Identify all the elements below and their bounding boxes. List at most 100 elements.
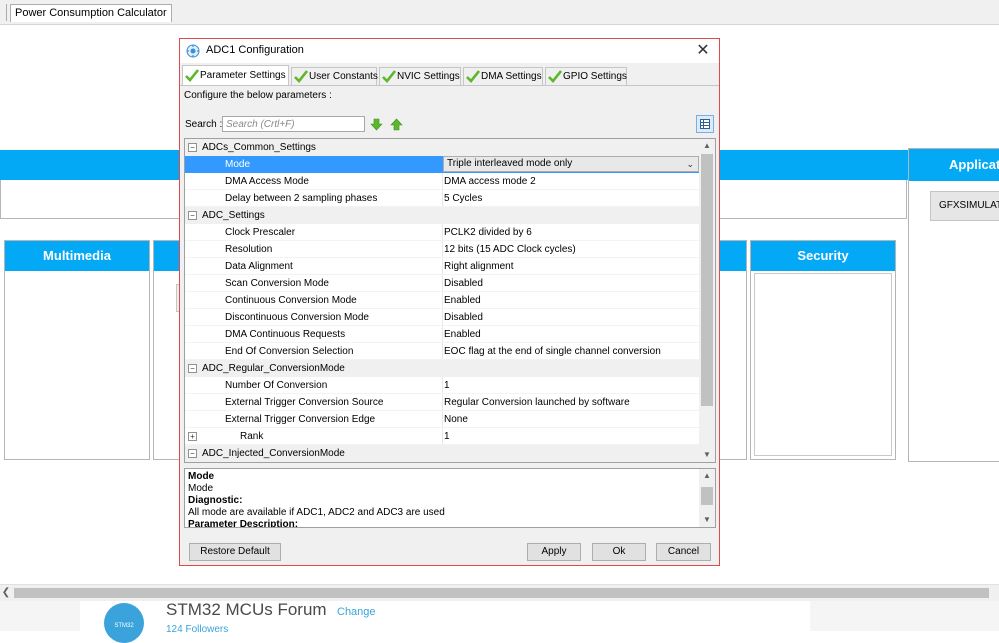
param-name: Delay between 2 sampling phases bbox=[225, 193, 378, 204]
scroll-up-icon[interactable]: ▲ bbox=[699, 139, 715, 153]
param-name: Rank bbox=[240, 431, 264, 442]
search-next-down-icon[interactable] bbox=[370, 118, 383, 131]
tab-label: NVIC Settings bbox=[397, 71, 460, 82]
tab-dma-settings[interactable]: DMA Settings bbox=[463, 67, 543, 85]
forum-change-link[interactable]: Change bbox=[337, 606, 376, 618]
param-row-external-trigger-edge[interactable]: External Trigger Conversion Edge None bbox=[185, 411, 699, 428]
column-divider bbox=[442, 275, 443, 292]
group-row-adc-injected-conversionmode[interactable]: − ADC_Injected_ConversionMode bbox=[185, 445, 699, 462]
mode-select-value: Triple interleaved mode only bbox=[447, 158, 573, 169]
tab-gpio-settings[interactable]: GPIO Settings bbox=[545, 67, 627, 85]
scroll-down-icon[interactable]: ▼ bbox=[699, 448, 715, 462]
param-value: 5 Cycles bbox=[444, 193, 483, 204]
column-divider bbox=[442, 411, 443, 428]
param-name: Clock Prescaler bbox=[225, 227, 296, 238]
column-divider bbox=[442, 309, 443, 326]
dialog-titlebar[interactable]: ADC1 Configuration ✕ bbox=[180, 39, 719, 63]
param-value: Enabled bbox=[444, 295, 481, 306]
horizontal-scrollbar[interactable]: ❮ bbox=[0, 584, 999, 601]
cube-app-icon bbox=[186, 44, 200, 58]
expand-icon[interactable]: + bbox=[188, 432, 197, 441]
param-row-scan-conversion-mode[interactable]: Scan Conversion Mode Disabled bbox=[185, 275, 699, 292]
param-value: Disabled bbox=[444, 312, 483, 323]
param-row-end-of-conversion-selection[interactable]: End Of Conversion Selection EOC flag at … bbox=[185, 343, 699, 360]
param-value: None bbox=[444, 414, 468, 425]
param-row-dma-access-mode[interactable]: DMA Access Mode DMA access mode 2 bbox=[185, 173, 699, 190]
param-row-number-of-conversion[interactable]: Number Of Conversion 1 bbox=[185, 377, 699, 394]
apply-button[interactable]: Apply bbox=[527, 543, 581, 561]
check-icon bbox=[382, 70, 396, 83]
description-parameter-title: Parameter Description: bbox=[188, 519, 299, 528]
scroll-down-icon[interactable]: ▼ bbox=[699, 513, 715, 527]
chevron-down-icon[interactable]: ⌄ bbox=[686, 157, 694, 171]
param-row-data-alignment[interactable]: Data Alignment Right alignment bbox=[185, 258, 699, 275]
description-diagnostic-text: All mode are available if ADC1, ADC2 and… bbox=[188, 507, 445, 518]
group-row-adc-regular-conversionmode[interactable]: − ADC_Regular_ConversionMode bbox=[185, 360, 699, 377]
param-value: PCLK2 divided by 6 bbox=[444, 227, 532, 238]
tab-user-constants[interactable]: User Constants bbox=[291, 67, 378, 85]
collapse-icon[interactable]: − bbox=[188, 364, 197, 373]
group-name: ADC_Settings bbox=[202, 210, 265, 221]
param-value: DMA access mode 2 bbox=[444, 176, 536, 187]
description-param-title: Mode bbox=[188, 471, 215, 482]
category-multimedia-title[interactable]: Multimedia bbox=[5, 241, 149, 271]
app-tab-stub[interactable] bbox=[0, 4, 7, 21]
tab-label: DMA Settings bbox=[481, 71, 542, 82]
forum-followers-link[interactable]: 124 Followers bbox=[166, 624, 228, 635]
column-divider bbox=[442, 394, 443, 411]
param-name: Mode bbox=[225, 159, 251, 170]
tab-parameter-settings[interactable]: Parameter Settings bbox=[182, 65, 289, 85]
param-name: Continuous Conversion Mode bbox=[225, 295, 357, 306]
parameters-vertical-scrollbar[interactable]: ▲ ▼ bbox=[699, 139, 715, 462]
check-icon bbox=[466, 70, 480, 83]
column-divider bbox=[442, 343, 443, 360]
tab-power-consumption-calculator[interactable]: Power Consumption Calculator bbox=[10, 4, 172, 22]
param-row-rank[interactable]: + Rank 1 bbox=[185, 428, 699, 445]
param-row-resolution[interactable]: Resolution 12 bits (15 ADC Clock cycles) bbox=[185, 241, 699, 258]
mode-select[interactable]: Triple interleaved mode only ⌄ bbox=[443, 156, 699, 172]
configure-label: Configure the below parameters : bbox=[184, 90, 332, 101]
description-vertical-scrollbar[interactable]: ▲ ▼ bbox=[699, 469, 715, 527]
search-input[interactable] bbox=[222, 116, 365, 132]
group-name: ADCs_Common_Settings bbox=[202, 142, 316, 153]
param-name: End Of Conversion Selection bbox=[225, 346, 354, 357]
param-value: 1 bbox=[444, 380, 450, 391]
param-name: Number Of Conversion bbox=[225, 380, 328, 391]
scroll-up-icon[interactable]: ▲ bbox=[699, 469, 715, 483]
collapse-icon[interactable]: − bbox=[188, 449, 197, 458]
scroll-left-icon[interactable]: ❮ bbox=[0, 585, 12, 601]
param-row-mode[interactable]: Mode Triple interleaved mode only ⌄ bbox=[185, 156, 699, 173]
category-security-content bbox=[754, 273, 892, 456]
search-label: Search : bbox=[185, 119, 223, 130]
param-row-continuous-conversion-mode[interactable]: Continuous Conversion Mode Enabled bbox=[185, 292, 699, 309]
parameters-scroll-thumb[interactable] bbox=[701, 154, 713, 406]
ok-button[interactable]: Ok bbox=[592, 543, 646, 561]
param-name: Data Alignment bbox=[225, 261, 293, 272]
column-divider bbox=[442, 173, 443, 190]
description-scroll-thumb[interactable] bbox=[701, 487, 713, 505]
group-row-adcs-common-settings[interactable]: − ADCs_Common_Settings bbox=[185, 139, 699, 156]
param-row-external-trigger-source[interactable]: External Trigger Conversion Source Regul… bbox=[185, 394, 699, 411]
collapse-icon[interactable]: − bbox=[188, 211, 197, 220]
gfxsimulator-button[interactable]: GFXSIMULATO bbox=[930, 191, 999, 221]
description-param-text: Mode bbox=[188, 483, 214, 494]
stm32-logo-text: STM32 bbox=[114, 623, 134, 629]
collapse-icon[interactable]: − bbox=[188, 143, 197, 152]
param-row-clock-prescaler[interactable]: Clock Prescaler PCLK2 divided by 6 bbox=[185, 224, 699, 241]
group-row-adc-settings[interactable]: − ADC_Settings bbox=[185, 207, 699, 224]
param-row-sampling-delay[interactable]: Delay between 2 sampling phases 5 Cycles bbox=[185, 190, 699, 207]
table-view-toggle[interactable] bbox=[696, 115, 714, 133]
close-icon[interactable]: ✕ bbox=[689, 39, 717, 63]
search-previous-up-icon[interactable] bbox=[390, 118, 403, 131]
description-pane: Mode Mode Diagnostic: All mode are avail… bbox=[184, 468, 716, 528]
group-name: ADC_Injected_ConversionMode bbox=[202, 448, 345, 459]
param-row-discontinuous-conversion-mode[interactable]: Discontinuous Conversion Mode Disabled bbox=[185, 309, 699, 326]
param-row-dma-continuous-requests[interactable]: DMA Continuous Requests Enabled bbox=[185, 326, 699, 343]
tab-nvic-settings[interactable]: NVIC Settings bbox=[379, 67, 461, 85]
table-view-icon bbox=[700, 119, 710, 129]
applications-panel: Applicati GFXSIMULATO bbox=[908, 148, 999, 462]
category-security-title[interactable]: Security bbox=[751, 241, 895, 271]
horizontal-scroll-thumb[interactable] bbox=[14, 588, 989, 598]
cancel-button[interactable]: Cancel bbox=[656, 543, 711, 561]
restore-default-button[interactable]: Restore Default bbox=[189, 543, 281, 561]
